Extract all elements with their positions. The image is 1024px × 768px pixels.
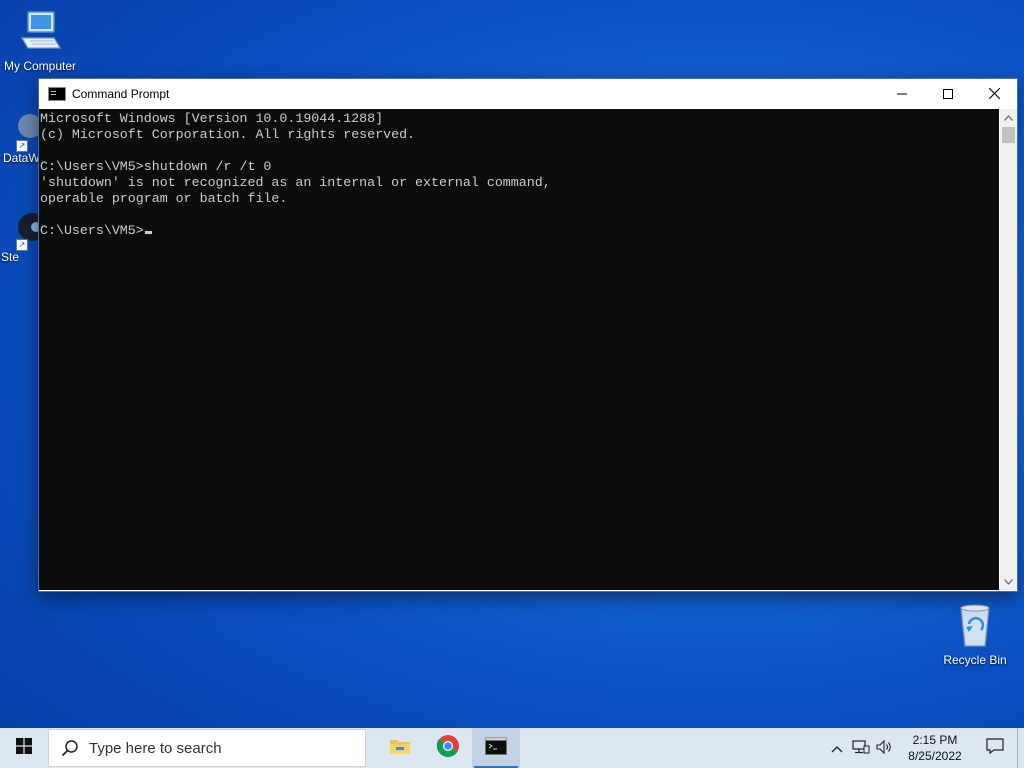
volume-icon-button[interactable] [873, 728, 897, 768]
window-controls [879, 79, 1017, 109]
desktop-icon-label: Recycle Bin [943, 653, 1007, 667]
minimize-icon [897, 86, 907, 102]
chrome-icon [436, 734, 460, 763]
desktop-icon-label: My Computer [3, 59, 77, 73]
console-line: (c) Microsoft Corporation. All rights re… [40, 127, 416, 142]
cmd-app-icon [48, 87, 66, 101]
clock-time: 2:15 PM [912, 733, 958, 747]
chevron-up-icon [1004, 113, 1013, 123]
maximize-icon [943, 86, 953, 102]
taskbar-app-chrome[interactable] [424, 728, 472, 768]
text-cursor [144, 231, 152, 234]
taskbar-app-command-prompt[interactable] [472, 728, 520, 768]
console-line: 'shutdown' is not recognized as an inter… [40, 175, 551, 190]
volume-icon [876, 739, 894, 757]
system-tray: 2:15 PM 8/25/2022 [825, 728, 1024, 768]
network-icon [852, 739, 870, 757]
console-line: C:\Users\VM5>shutdown /r /t 0 [40, 159, 272, 174]
maximize-button[interactable] [925, 79, 971, 109]
command-prompt-window[interactable]: Command Prompt Microsoft Windows [Versio… [38, 78, 1018, 592]
show-desktop-button[interactable] [1017, 728, 1024, 768]
taskbar-clock[interactable]: 2:15 PM 8/25/2022 [897, 732, 973, 764]
chevron-down-icon [1004, 577, 1013, 587]
window-titlebar[interactable]: Command Prompt [39, 79, 1017, 109]
recycle-bin-icon [953, 604, 997, 651]
taskbar: 2:15 PM 8/25/2022 [0, 728, 1024, 768]
show-hidden-icons-button[interactable] [825, 728, 849, 768]
console-line: Microsoft Windows [Version 10.0.19044.12… [40, 111, 384, 126]
window-title: Command Prompt [72, 87, 170, 101]
scroll-up-button[interactable] [1000, 109, 1017, 126]
search-icon [61, 739, 79, 757]
scrollbar-thumb[interactable] [1002, 127, 1015, 143]
clock-date: 8/25/2022 [908, 749, 962, 763]
network-icon-button[interactable] [849, 728, 873, 768]
start-button[interactable] [0, 728, 48, 768]
minimize-button[interactable] [879, 79, 925, 109]
scroll-down-button[interactable] [1000, 573, 1017, 590]
shortcut-arrow-icon: ↗ [16, 239, 28, 251]
close-icon [988, 86, 1000, 102]
cmd-icon [485, 736, 507, 760]
taskbar-search-box[interactable] [48, 729, 366, 767]
action-center-button[interactable] [973, 728, 1017, 768]
vertical-scrollbar[interactable] [1000, 109, 1017, 590]
shortcut-arrow-icon: ↗ [16, 140, 28, 152]
desktop-icon-recycle-bin[interactable]: Recycle Bin [935, 600, 1015, 667]
taskbar-app-file-explorer[interactable] [376, 728, 424, 768]
notification-icon [986, 737, 1004, 759]
close-button[interactable] [971, 79, 1017, 109]
console-output-area[interactable]: Microsoft Windows [Version 10.0.19044.12… [39, 109, 999, 590]
folder-icon [389, 737, 411, 760]
windows-logo-icon [16, 737, 32, 759]
computer-icon [18, 11, 62, 57]
desktop-icon-my-computer[interactable]: My Computer [0, 8, 80, 73]
search-input[interactable] [87, 738, 351, 758]
console-line: operable program or batch file. [40, 191, 288, 206]
console-prompt: C:\Users\VM5> [40, 223, 144, 238]
chevron-up-icon [831, 741, 843, 756]
desktop: My Computer ↗ DataW ↗ Ste Recycle Bin Co… [0, 0, 1024, 728]
